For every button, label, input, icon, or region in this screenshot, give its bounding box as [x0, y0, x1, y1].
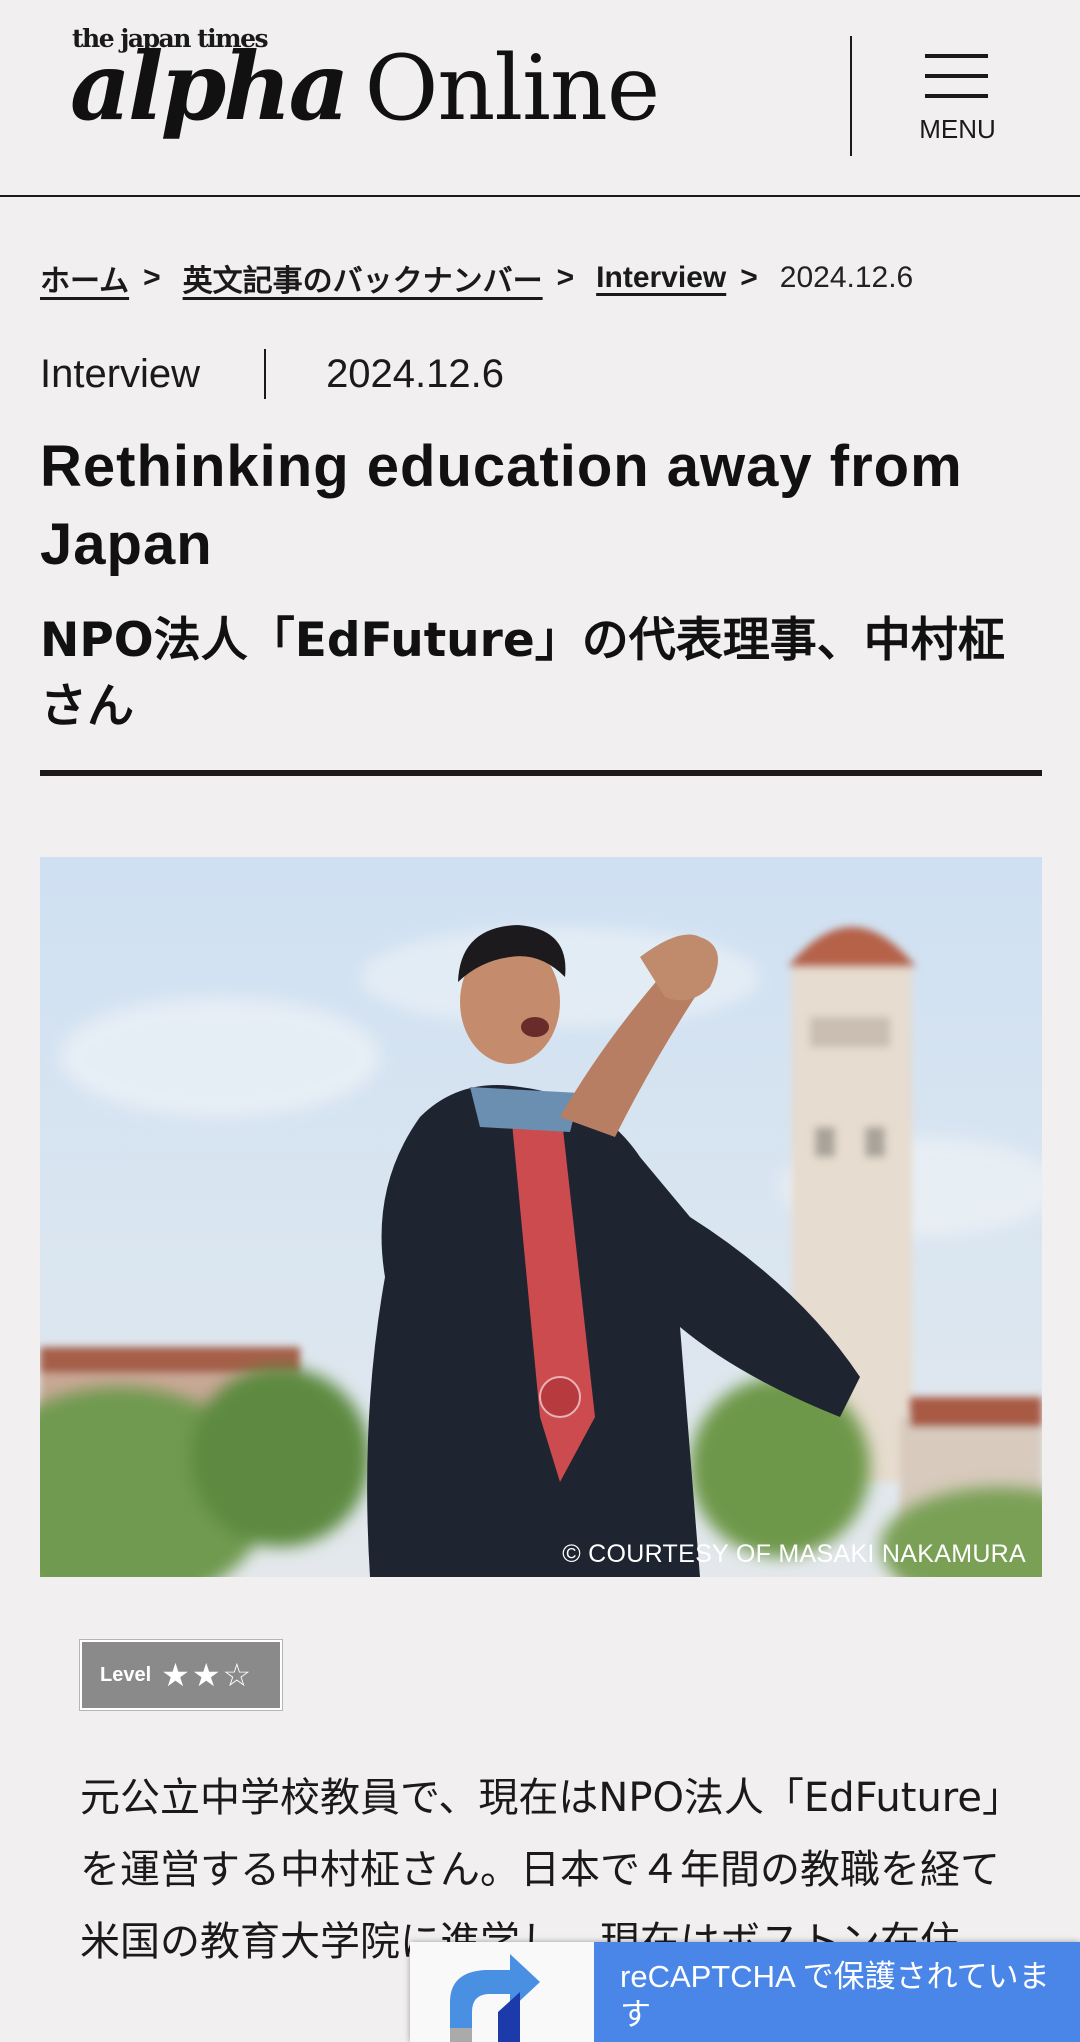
recaptcha-text: reCAPTCHA で保護されています — [594, 1942, 1080, 2042]
breadcrumb-separator: > — [740, 261, 758, 294]
level-label: Level — [100, 1663, 152, 1686]
hero-image: © COURTESY OF MASAKI NAKAMURA — [40, 857, 1042, 1577]
article-subtitle: NPO法人「EdFuture」の代表理事、中村柾さん — [40, 613, 1005, 734]
page: the japan times alpha Online MENU ホーム > 英… — [0, 0, 1080, 2042]
article-title: Rethinking education away from Japan — [40, 434, 963, 577]
recaptcha-badge[interactable]: reCAPTCHA で保護されています — [410, 1942, 1080, 2042]
menu-label: MENU — [919, 114, 996, 144]
recaptcha-logo-icon — [410, 1942, 594, 2042]
title-rule — [40, 770, 1042, 776]
breadcrumb-interview-link[interactable]: Interview — [596, 261, 726, 295]
breadcrumb-current: 2024.12.6 — [779, 261, 914, 294]
brand-online: Online — [364, 36, 661, 141]
menu-button[interactable]: MENU — [905, 54, 1010, 154]
breadcrumb-home-link[interactable]: ホーム — [40, 256, 129, 300]
level-badge: Level ★★☆ — [80, 1640, 282, 1710]
site-logo[interactable]: alpha Online — [70, 40, 660, 134]
star-rating-icon: ★★☆ — [161, 1656, 254, 1694]
article-category[interactable]: Interview — [40, 352, 200, 397]
site-header: the japan times alpha Online MENU — [0, 0, 1080, 197]
article-date: 2024.12.6 — [326, 351, 505, 396]
meta-divider — [264, 349, 267, 399]
breadcrumb-separator: > — [556, 261, 575, 294]
breadcrumb-backnumber-link[interactable]: 英文記事のバックナンバー — [183, 256, 543, 300]
breadcrumb-separator: > — [143, 261, 161, 294]
breadcrumb: ホーム > 英文記事のバックナンバー > Interview > 2024.12… — [40, 256, 913, 300]
image-credit: © COURTESY OF MASAKI NAKAMURA — [562, 1540, 1026, 1568]
article-meta: Interview 2024.12.6 — [40, 346, 504, 402]
graduate-photo-illustration — [40, 857, 1042, 1577]
brand-alpha: alpha — [70, 32, 350, 142]
header-divider — [850, 36, 852, 156]
